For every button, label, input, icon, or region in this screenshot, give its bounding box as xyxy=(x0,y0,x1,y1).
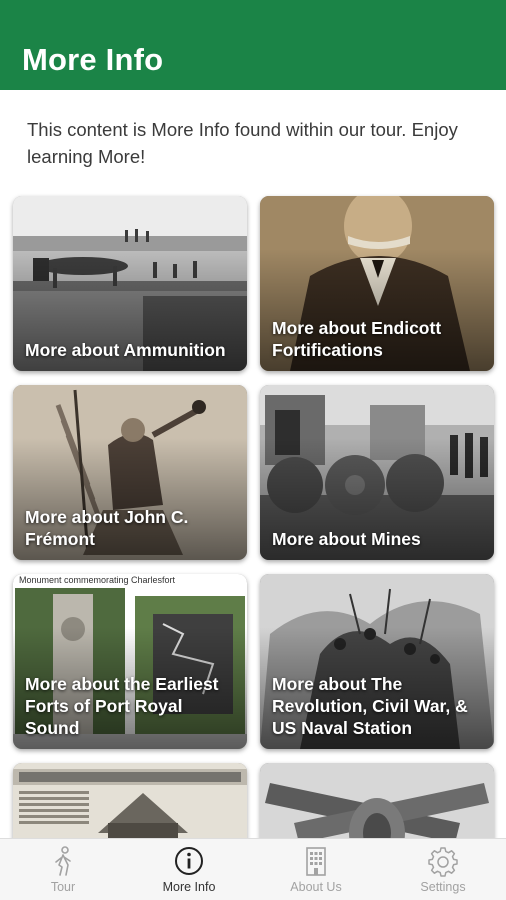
tab-settings[interactable]: Settings xyxy=(380,839,506,900)
card-title: More about the Earliest Forts of Port Ro… xyxy=(25,674,219,738)
card-fremont[interactable]: More about John C. Frémont xyxy=(13,385,247,560)
tab-settings-label: Settings xyxy=(420,880,466,894)
tab-tour-label: Tour xyxy=(50,880,76,894)
card-endicott[interactable]: More about Endicott Fortifications xyxy=(260,196,494,371)
tab-about-us-label: About Us xyxy=(290,880,342,894)
app-header: More Info xyxy=(0,0,506,90)
info-icon xyxy=(175,847,203,875)
page-title: More Info xyxy=(22,42,164,77)
building-icon xyxy=(306,847,326,876)
gear-icon xyxy=(428,847,458,877)
tab-tour[interactable]: Tour xyxy=(0,839,126,900)
card-earliest-forts[interactable]: Monument commemorating Charlesfort More … xyxy=(13,574,247,749)
card-title: More about Endicott Fortifications xyxy=(272,318,442,360)
card-mines[interactable]: More about Mines xyxy=(260,385,494,560)
tab-about-us[interactable]: About Us xyxy=(253,839,379,900)
tab-more-info-label: More Info xyxy=(162,880,216,894)
bottom-nav: Tour More Info About Us Settings xyxy=(0,838,506,900)
card-title: More about The Revolution, Civil War, & … xyxy=(272,674,468,738)
card-title: More about John C. Frémont xyxy=(25,507,189,549)
card-revolution[interactable]: More about The Revolution, Civil War, & … xyxy=(260,574,494,749)
card-title: More about Mines xyxy=(272,529,421,549)
walking-person-icon xyxy=(55,846,71,876)
intro-text: This content is More Info found within o… xyxy=(27,119,458,167)
photo-caption: Monument commemorating Charlesfort xyxy=(19,575,176,585)
card-title: More about Ammunition xyxy=(25,340,226,360)
card-ammunition[interactable]: More about Ammunition xyxy=(13,196,247,371)
tab-more-info[interactable]: More Info xyxy=(126,839,252,900)
